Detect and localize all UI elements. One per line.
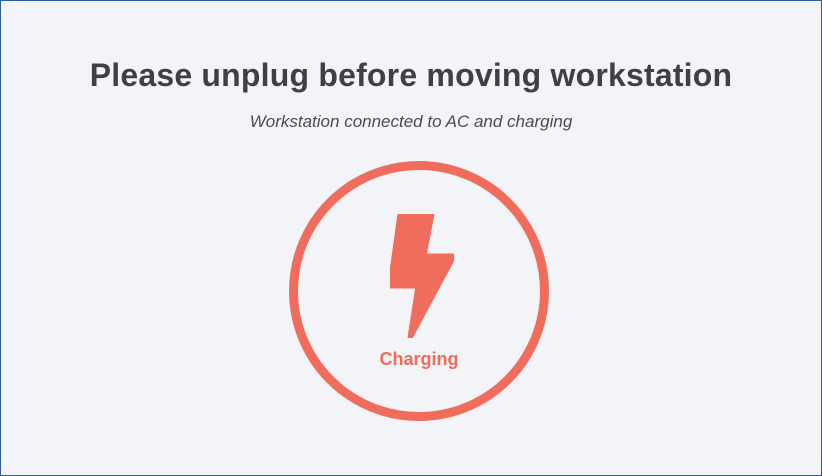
page-title: Please unplug before moving workstation: [89, 57, 733, 93]
lightning-bolt-icon: [390, 214, 454, 338]
charging-status-screen: Please unplug before moving workstation …: [0, 0, 822, 476]
charging-status-ring: Charging: [289, 161, 549, 421]
page-subtitle: Workstation connected to AC and charging: [249, 112, 573, 131]
charging-status-label: Charging: [379, 349, 459, 369]
